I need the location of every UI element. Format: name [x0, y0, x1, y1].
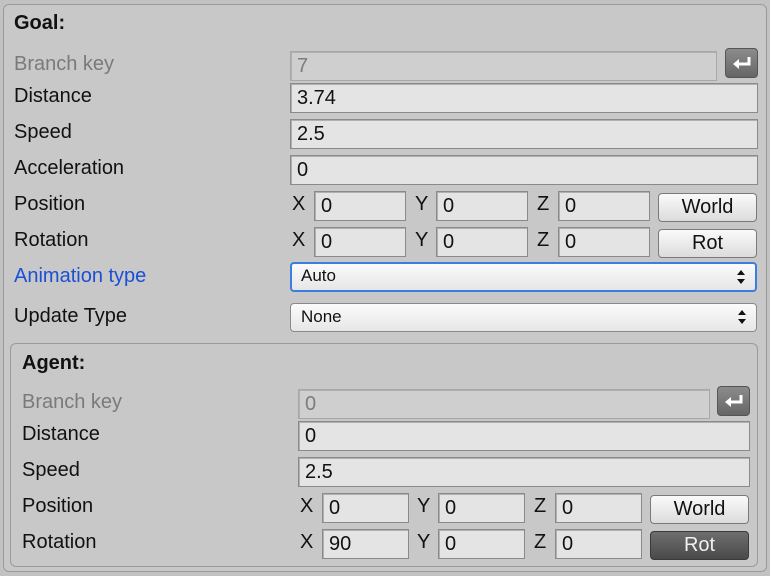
agent-distance-field[interactable]: 0 — [298, 421, 750, 451]
goal-acceleration-label: Acceleration — [14, 157, 125, 179]
goal-distance-field[interactable]: 3.74 — [290, 83, 758, 113]
agent-position-y-label: Y — [417, 495, 431, 517]
goal-update-type-select[interactable]: None — [290, 303, 757, 332]
goal-position-z-label: Z — [537, 193, 550, 215]
up-down-caret-icon — [737, 270, 745, 284]
goal-update-type-value: None — [301, 307, 342, 326]
goal-position-x-field[interactable]: 0 — [314, 191, 406, 221]
goal-speed-field[interactable]: 2.5 — [290, 119, 758, 149]
goal-animation-type-value: Auto — [301, 266, 336, 285]
agent-header: Agent: — [22, 352, 86, 374]
goal-branch-key-field: 7 — [290, 51, 717, 81]
goal-rotation-y-label: Y — [415, 229, 429, 251]
goal-position-x-label: X — [292, 193, 306, 215]
agent-rotation-z-label: Z — [534, 531, 547, 553]
agent-speed-label: Speed — [22, 459, 80, 481]
agent-speed-field[interactable]: 2.5 — [298, 457, 750, 487]
agent-rotation-label: Rotation — [22, 531, 97, 553]
goal-rotation-z-label: Z — [537, 229, 550, 251]
agent-branch-key-enter-button[interactable] — [717, 386, 750, 416]
goal-rotation-label: Rotation — [14, 229, 89, 251]
goal-speed-label: Speed — [14, 121, 72, 143]
goal-position-y-field[interactable]: 0 — [436, 191, 528, 221]
return-arrow-icon — [724, 395, 742, 407]
agent-position-z-label: Z — [534, 495, 547, 517]
goal-acceleration-field[interactable]: 0 — [290, 155, 758, 185]
goal-position-z-field[interactable]: 0 — [558, 191, 650, 221]
goal-world-toggle-button[interactable]: World — [658, 193, 757, 222]
agent-position-label: Position — [22, 495, 94, 517]
goal-distance-label: Distance — [14, 85, 92, 107]
goal-rotation-z-field[interactable]: 0 — [558, 227, 650, 257]
goal-update-type-label: Update Type — [14, 305, 128, 327]
up-down-caret-icon — [738, 310, 746, 324]
goal-header: Goal: — [14, 12, 66, 34]
goal-rotation-y-field[interactable]: 0 — [436, 227, 528, 257]
agent-position-x-field[interactable]: 0 — [322, 493, 409, 523]
agent-position-y-field[interactable]: 0 — [438, 493, 525, 523]
agent-rotation-y-label: Y — [417, 531, 431, 553]
agent-branch-key-field: 0 — [298, 389, 710, 419]
agent-rotation-y-field[interactable]: 0 — [438, 529, 525, 559]
goal-animation-type-label: Animation type — [14, 265, 147, 287]
goal-position-y-label: Y — [415, 193, 429, 215]
goal-branch-key-enter-button[interactable] — [725, 48, 758, 78]
goal-rot-toggle-button[interactable]: Rot — [658, 229, 757, 258]
goal-animation-type-select[interactable]: Auto — [290, 262, 757, 292]
goal-rotation-x-field[interactable]: 0 — [314, 227, 406, 257]
return-arrow-icon — [732, 57, 750, 69]
agent-rotation-x-label: X — [300, 531, 314, 553]
agent-world-toggle-button[interactable]: World — [650, 495, 749, 524]
agent-position-z-field[interactable]: 0 — [555, 493, 642, 523]
agent-position-x-label: X — [300, 495, 314, 517]
agent-rot-toggle-button[interactable]: Rot — [650, 531, 749, 560]
agent-branch-key-label: Branch key — [22, 391, 123, 413]
goal-rotation-x-label: X — [292, 229, 306, 251]
goal-branch-key-label: Branch key — [14, 53, 115, 75]
agent-distance-label: Distance — [22, 423, 100, 445]
goal-position-label: Position — [14, 193, 86, 215]
agent-rotation-x-field[interactable]: 90 — [322, 529, 409, 559]
agent-rotation-z-field[interactable]: 0 — [555, 529, 642, 559]
